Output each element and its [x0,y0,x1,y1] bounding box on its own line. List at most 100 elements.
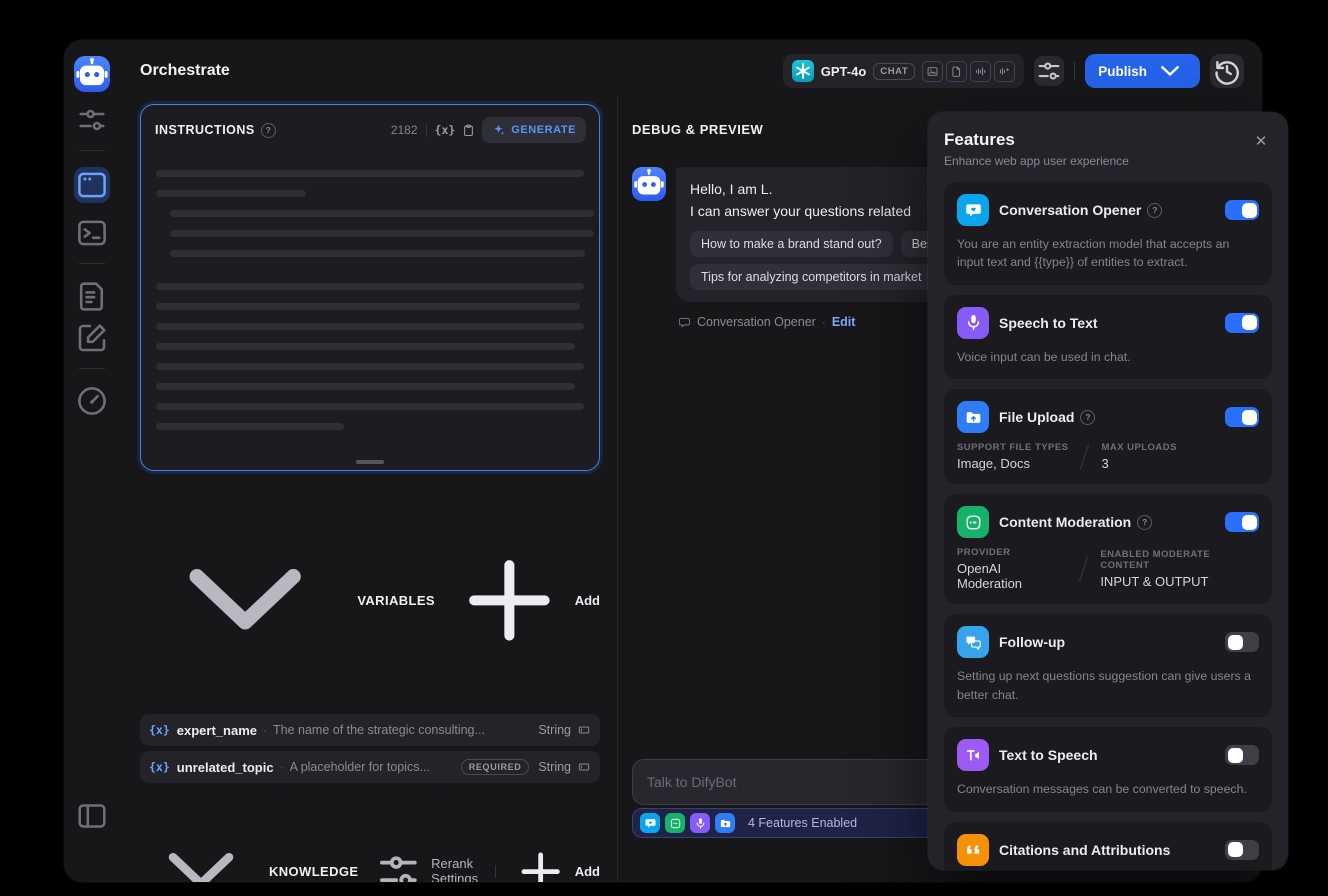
variable-description: The name of the strategic consulting... [273,723,485,738]
add-label: Add [574,863,600,879]
rail-orchestrate-icon[interactable] [74,167,110,203]
feature-toggle[interactable] [1225,745,1259,766]
add-variable-button[interactable]: Add [449,540,600,661]
generate-button[interactable]: GENERATE [482,117,586,143]
feature-toggle[interactable] [1225,632,1259,653]
meta-value: INPUT & OUTPUT [1100,574,1209,590]
copy-icon[interactable] [461,123,476,138]
plus-icon [449,540,570,661]
publish-button[interactable]: Publish [1085,54,1200,88]
feature-toggle[interactable] [1225,407,1259,428]
input-field-icon[interactable] [577,760,591,774]
rail-monitoring-icon[interactable] [74,383,110,419]
feature-toggle[interactable] [1225,512,1259,533]
tts-icon [957,739,989,772]
variables-list: {x} expert_name · The name of the strategic… [140,714,600,784]
generate-label: GENERATE [511,124,576,136]
video-capability-icon [994,60,1016,82]
skeleton-line [170,230,594,237]
audio-capability-icon [970,60,992,82]
rail-annotation-icon[interactable] [74,320,110,356]
variable-type: String [538,760,571,775]
required-badge: REQUIRED [460,759,530,776]
help-icon[interactable]: ? [1080,409,1096,425]
resize-handle[interactable] [356,460,384,464]
features-panel: Features ✕ Enhance web app user experien… [928,112,1288,870]
variable-row[interactable]: {x} expert_name · The name of the strategic… [140,714,600,747]
feature-toggle[interactable] [1225,200,1259,220]
skeleton-line [156,303,580,310]
version-history-button[interactable] [1210,54,1244,88]
char-count: 2182 [390,123,418,137]
chevron-down-icon[interactable] [140,495,350,705]
header-divider [1074,62,1076,80]
moderation-icon [957,506,989,539]
meta-value: Image, Docs [957,456,1030,472]
rerank-settings-button[interactable]: Rerank Settings [372,845,478,882]
collapse-sidebar-icon[interactable] [74,798,110,834]
left-rail [64,40,120,882]
config-column: INSTRUCTIONS ? 2182 {x} GENERATE VARIABL… [120,96,617,882]
feature-description: Conversation messages can be converted t… [957,782,1247,797]
variables-section-header: VARIABLES Add [140,495,600,705]
help-icon[interactable]: ? [260,122,276,138]
toolbar-divider [425,123,427,137]
skeleton-line [156,363,584,370]
model-capability-icons [922,60,1016,82]
feature-card-conversation-opener: Conversation Opener? You are an entity ex… [944,182,1272,285]
edit-opener-link[interactable]: Edit [832,315,856,329]
skeleton-line [156,170,584,177]
separator: · [263,723,267,738]
rail-terminal-icon[interactable] [74,215,110,251]
variables-label: VARIABLES [357,592,435,608]
separator: · [279,760,284,775]
bubble-heart-icon [640,813,660,833]
rail-divider [79,150,105,151]
sliders-icon [372,845,425,882]
rail-sliders-icon[interactable] [74,102,110,138]
app-logo-robot-icon[interactable] [74,56,110,92]
chevron-down-icon[interactable] [140,810,262,882]
suggested-question-chip[interactable]: How to make a brand stand out? [690,231,893,258]
feature-title: Conversation Opener [999,202,1142,218]
citations-icon [957,833,989,866]
variable-icon: {x} [149,723,170,738]
feature-card-file-upload: File Upload? SUPPORT FILE TYPES Image, Doc… [944,389,1272,485]
follow-up-icon [957,626,989,659]
meta-label: SUPPORT FILE TYPES [957,442,1069,454]
model-name: GPT-4o [820,63,867,79]
insert-variable-button[interactable]: {x} [435,123,456,137]
feature-card-citations-and-attributions: Citations and AttributionsShow source do… [944,821,1272,870]
document-capability-icon [946,60,968,82]
help-icon[interactable]: ? [1137,514,1153,530]
feature-description: You are an entity extraction model that … [957,237,1230,270]
feature-toggle[interactable] [1225,312,1259,333]
model-parameters-icon[interactable] [1034,56,1065,86]
feature-title: File Upload [999,409,1075,426]
feature-title: Speech to Text [999,314,1098,331]
meta-value: 3 [1101,456,1109,472]
help-icon[interactable]: ? [1147,202,1163,218]
model-selector[interactable]: GPT-4o CHAT [782,54,1025,88]
input-field-icon[interactable] [577,723,591,737]
enabled-feature-icons [640,813,735,833]
variable-type: String [538,723,571,738]
variable-row[interactable]: {x} unrelated_topic · A placeholder for top… [140,751,600,784]
feature-card-speech-to-text: Speech to Text Voice input can be used in… [944,294,1272,380]
bot-avatar [632,167,666,201]
moderation-icon [665,813,685,833]
rail-logs-icon[interactable] [74,278,110,314]
add-knowledge-button[interactable]: Add [512,843,600,882]
image-capability-icon [922,60,944,82]
feature-title: Text to Speech [999,747,1098,764]
rail-divider [79,368,105,369]
add-label: Add [574,592,600,608]
instructions-editor[interactable]: INSTRUCTIONS ? 2182 {x} GENERATE [140,104,600,471]
meta-divider [1079,556,1089,582]
close-icon[interactable]: ✕ [1250,130,1272,152]
skeleton-line [170,250,586,257]
skeleton-line [156,323,584,330]
skeleton-line [156,190,306,197]
feature-toggle[interactable] [1225,839,1259,860]
meta-divider [1080,444,1090,470]
